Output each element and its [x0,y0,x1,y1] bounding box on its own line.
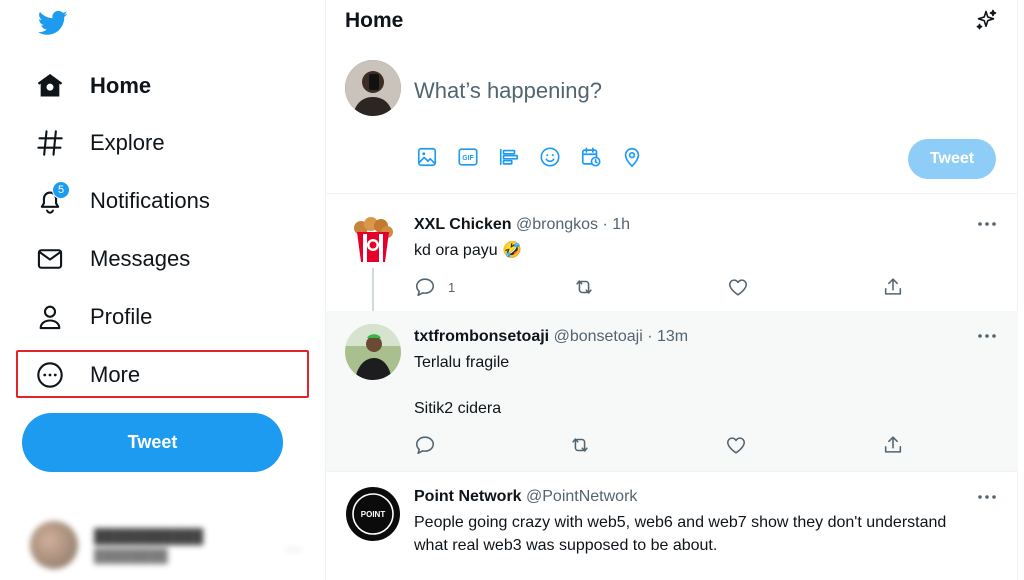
tweet-button[interactable]: Tweet [22,413,283,472]
more-dots-icon[interactable] [976,489,998,505]
sidebar-item-messages[interactable]: Messages [30,237,190,281]
avatar[interactable]: POINT [345,486,401,542]
sidebar-item-label: Explore [90,130,165,155]
reply-icon [415,278,435,297]
image-icon[interactable] [416,146,438,168]
tweet-item[interactable]: XXL Chicken @brongkos · 1h kd ora payu 🤣… [326,194,1018,311]
reply-count: 1 [448,279,456,295]
sidebar-item-label: Messages [90,246,191,271]
account-name-blurred: ███████████ [94,527,204,544]
share-icon [884,436,902,453]
tweet-text: kd ora payu 🤣 [414,242,522,259]
heart-icon [726,437,746,454]
tweet-author-handle[interactable]: @brongkos [516,216,598,233]
avatar[interactable] [345,324,401,380]
reply-button[interactable] [414,433,436,457]
tweet-author-name[interactable]: Point Network [414,488,522,505]
tweet-author-handle[interactable]: @bonsetoaji [554,328,643,345]
notification-badge: 5 [52,181,70,199]
home-icon [30,66,70,106]
sidebar-item-home[interactable]: Home [30,64,151,108]
reply-button[interactable]: 1 [414,275,455,299]
sidebar: Home Explore 5 Notifications Messages Pr… [0,0,326,580]
main-timeline: Home What’s happening? GIF Tweet XXL Chi… [326,0,1018,580]
account-info: ███████████ ████████ [94,528,203,563]
retweet-icon [576,280,592,294]
tweet-actions [414,433,914,457]
svg-text:GIF: GIF [462,155,473,162]
poll-icon[interactable] [498,146,520,168]
like-button[interactable] [727,275,749,299]
retweet-icon [572,438,588,452]
location-icon[interactable] [621,146,643,168]
reply-icon [415,436,435,455]
account-more-icon: ··· [286,541,302,558]
compose-tweet-button[interactable]: Tweet [908,139,996,179]
hashtag-icon [30,123,70,163]
tweet-item[interactable]: txtfrombonsetoaji @bonsetoaji · 13m Terl… [326,311,1018,471]
sidebar-item-label: Home [90,73,152,98]
more-dots-icon[interactable] [976,216,998,232]
tweet-time[interactable]: 1h [612,216,630,233]
avatar-label: POINT [361,510,386,519]
tweet-separator: · [647,328,653,345]
twitter-bird-icon[interactable] [36,8,70,38]
share-icon [884,278,902,295]
tweet-text: People going crazy with web5, web6 and w… [414,514,947,554]
avatar[interactable] [345,60,401,116]
sidebar-item-label: More [90,362,141,387]
emoji-icon[interactable] [539,146,561,168]
tweet-time[interactable]: 13m [657,328,688,345]
sidebar-item-label: Notifications [90,188,210,213]
schedule-icon[interactable] [580,146,602,168]
sidebar-item-explore[interactable]: Explore [30,121,165,165]
tweet-author-name[interactable]: XXL Chicken [414,216,512,233]
tweet-text: Terlalu fragile Sitik2 cidera [414,354,510,417]
envelope-icon [30,239,70,279]
tweet-author-handle[interactable]: @PointNetwork [526,488,637,505]
avatar [30,521,78,569]
account-handle-blurred: ████████ [94,547,168,563]
tweet-author-name[interactable]: txtfrombonsetoaji [414,328,549,345]
avatar[interactable] [345,212,401,268]
sidebar-item-label: Profile [90,304,153,329]
compose-toolbar: GIF [416,146,643,168]
tweet-separator: · [602,216,608,233]
gif-icon[interactable]: GIF [457,146,479,168]
person-icon [30,297,70,337]
retweet-button[interactable] [572,275,596,299]
share-button[interactable] [882,433,904,457]
sidebar-item-notifications[interactable]: 5 Notifications [30,179,210,223]
sparkle-icon[interactable] [974,8,998,32]
compose-input[interactable]: What’s happening? [414,78,602,104]
more-dots-icon[interactable] [976,328,998,344]
bell-icon: 5 [30,181,70,221]
more-circle-icon [30,355,70,395]
retweet-button[interactable] [568,433,592,457]
tweet-item[interactable]: POINT Point Network @PointNetwork People… [326,472,1018,580]
sidebar-item-more[interactable]: More [30,353,140,397]
tweet-actions: 1 [414,275,914,299]
sidebar-item-profile[interactable]: Profile [30,295,152,339]
tweet-header: Point Network @PointNetwork [414,488,637,506]
tweet-header: txtfrombonsetoaji @bonsetoaji · 13m [414,328,688,346]
account-switcher[interactable]: ███████████ ████████ ··· [30,515,310,575]
share-button[interactable] [882,275,904,299]
page-title: Home [345,9,404,32]
heart-icon [728,279,748,296]
tweet-header: XXL Chicken @brongkos · 1h [414,216,630,234]
like-button[interactable] [725,433,747,457]
